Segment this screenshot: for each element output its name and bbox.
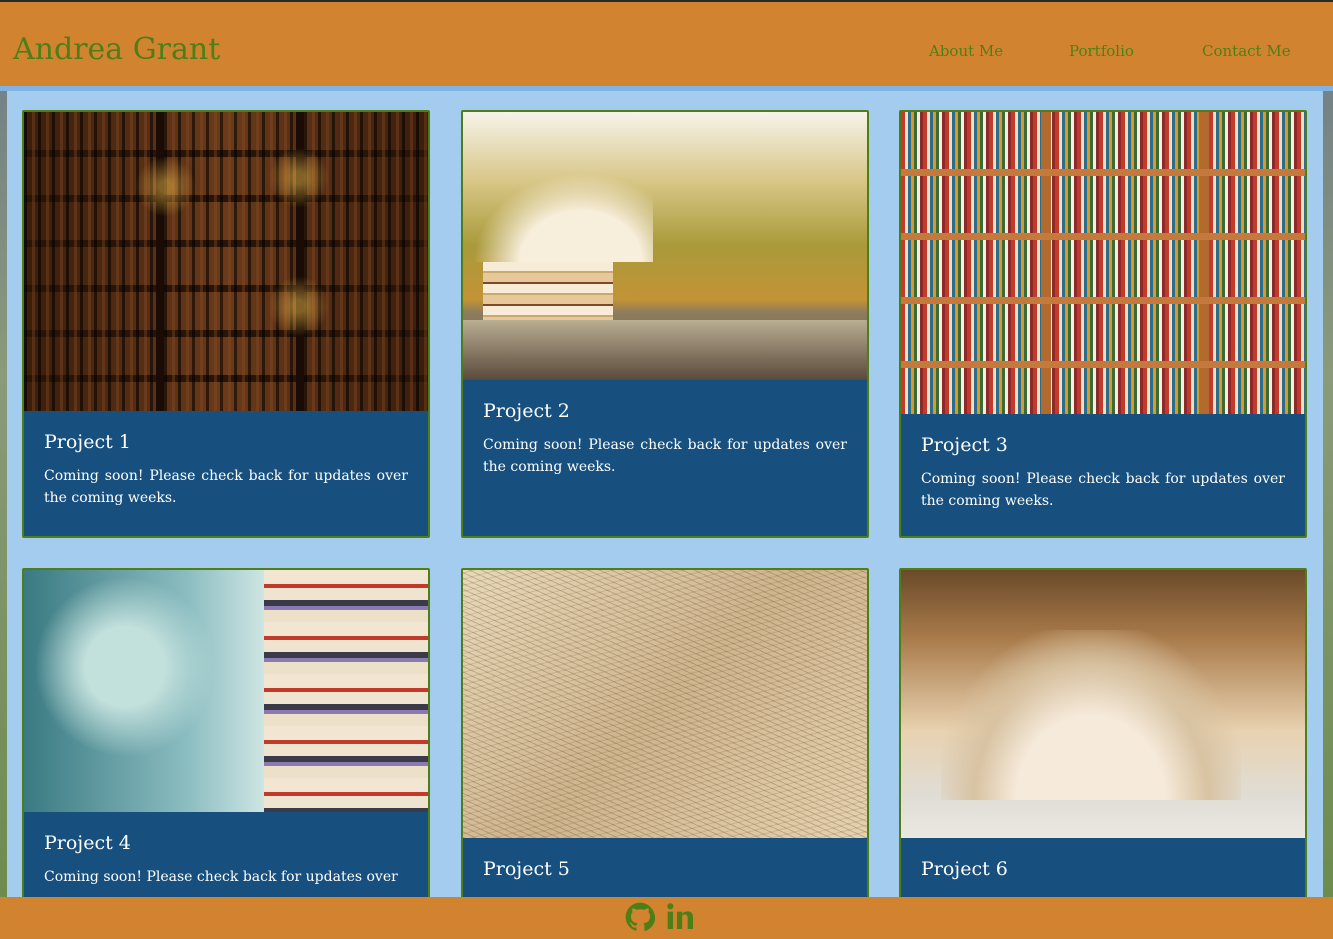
site-footer bbox=[0, 897, 1333, 939]
project-5-title: Project 5 bbox=[483, 858, 570, 880]
project-2-description: Coming soon! Please check back for updat… bbox=[483, 437, 847, 475]
project-2-image bbox=[463, 112, 867, 380]
project-card-1[interactable]: Project 1 Coming soon! Please check back… bbox=[22, 110, 430, 538]
project-6-image bbox=[901, 570, 1305, 838]
project-card-2[interactable]: Project 2 Coming soon! Please check back… bbox=[461, 110, 869, 538]
project-1-title: Project 1 bbox=[44, 431, 131, 453]
project-1-image bbox=[24, 112, 428, 411]
nav-link-about-me[interactable]: About Me bbox=[929, 42, 1003, 60]
project-2-body: Project 2 Coming soon! Please check back… bbox=[463, 380, 867, 536]
nav-link-portfolio[interactable]: Portfolio bbox=[1069, 42, 1134, 60]
nav-link-contact-me[interactable]: Contact Me bbox=[1202, 42, 1291, 60]
project-card-5[interactable]: Project 5 bbox=[461, 568, 869, 908]
project-4-body: Project 4 Coming soon! Please check back… bbox=[24, 812, 428, 906]
project-2-title: Project 2 bbox=[483, 400, 570, 422]
project-card-6[interactable]: Project 6 bbox=[899, 568, 1307, 908]
site-header: Andrea Grant About Me Portfolio Contact … bbox=[0, 2, 1333, 86]
project-1-description: Coming soon! Please check back for updat… bbox=[44, 468, 408, 506]
project-card-3[interactable]: Project 3 Coming soon! Please check back… bbox=[899, 110, 1307, 538]
project-3-image bbox=[901, 112, 1305, 414]
project-1-body: Project 1 Coming soon! Please check back… bbox=[24, 411, 428, 536]
project-3-description: Coming soon! Please check back for updat… bbox=[921, 471, 1285, 509]
project-6-title: Project 6 bbox=[921, 858, 1008, 880]
project-4-image bbox=[24, 570, 428, 812]
linkedin-icon[interactable] bbox=[665, 901, 697, 937]
project-4-title: Project 4 bbox=[44, 832, 131, 854]
portfolio-grid: Project 1 Coming soon! Please check back… bbox=[7, 91, 1323, 908]
project-3-body: Project 3 Coming soon! Please check back… bbox=[901, 414, 1305, 536]
project-4-description: Coming soon! Please check back for updat… bbox=[44, 869, 398, 885]
project-card-4[interactable]: Project 4 Coming soon! Please check back… bbox=[22, 568, 430, 908]
project-5-image bbox=[463, 570, 867, 838]
brand-name[interactable]: Andrea Grant bbox=[13, 32, 220, 67]
github-icon[interactable] bbox=[625, 901, 656, 937]
project-3-title: Project 3 bbox=[921, 434, 1008, 456]
